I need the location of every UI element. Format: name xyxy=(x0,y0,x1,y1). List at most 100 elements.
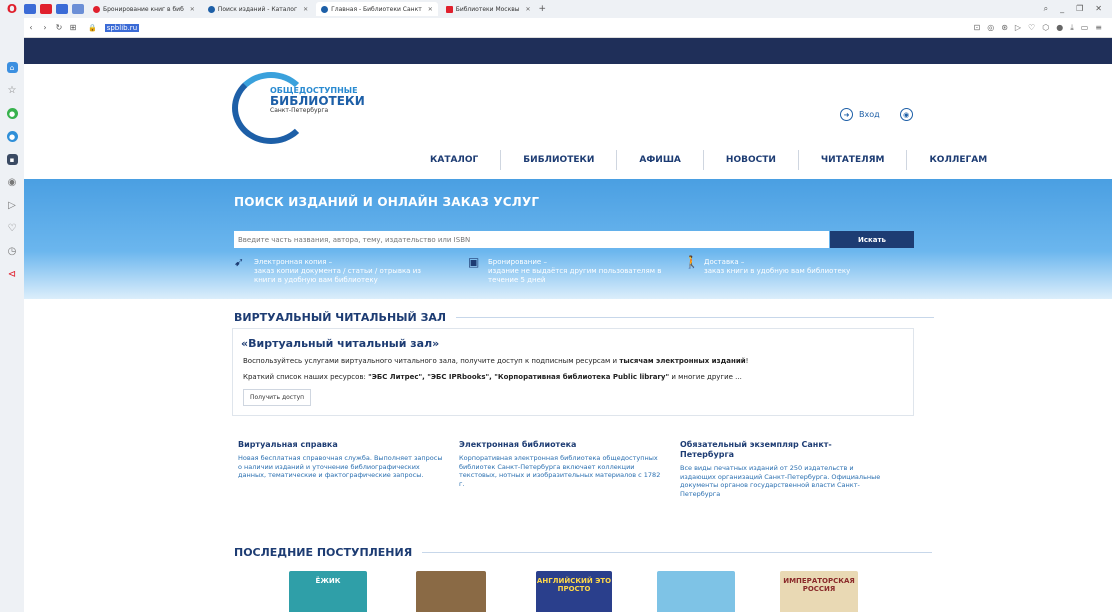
book-cover[interactable]: ИМПЕРАТОРСКАЯ РОССИЯ xyxy=(780,571,858,612)
close-icon[interactable]: ✕ xyxy=(190,6,195,13)
nav-catalog[interactable]: КАТАЛОГ xyxy=(408,150,500,170)
download-icon[interactable]: ⤓ xyxy=(1070,23,1074,33)
service-delivery[interactable]: 🚶 Доставка – заказ книги в удобную вам б… xyxy=(684,255,850,276)
window-controls: ⌕ _ ❐ ✕ xyxy=(1044,4,1112,14)
extensions-icon[interactable]: ⬡ xyxy=(1042,23,1049,33)
column-title[interactable]: Виртуальная справка xyxy=(238,440,443,450)
nav-news[interactable]: НОВОСТИ xyxy=(702,150,798,170)
address-bar-tools: ⊡ ◎ ⊛ ▷ ♡ ⬡ ● ⤓ ▭ ≡ xyxy=(974,23,1112,33)
minimize-icon[interactable]: _ xyxy=(1060,4,1064,14)
search-hero: ПОИСК ИЗДАНИЙ И ОНЛАЙН ЗАКАЗ УСЛУГ Искат… xyxy=(24,179,1112,299)
search-input[interactable] xyxy=(234,231,829,248)
forward-icon[interactable]: › xyxy=(38,23,52,32)
section-rule xyxy=(456,317,935,318)
browser-sidebar: ⌂ ☆ ● ● ▪ ◉ ▷ ♡ ◷ ⊲ xyxy=(0,18,24,612)
whatsapp-icon[interactable]: ● xyxy=(6,108,18,119)
favicon-icon xyxy=(445,5,453,13)
telegram-icon[interactable]: ● xyxy=(6,131,18,142)
column-text: Корпоративная электронная библиотека общ… xyxy=(459,454,661,488)
login-link[interactable]: ➜ Вход ◉ xyxy=(840,108,913,121)
snapshot-icon[interactable]: ⊡ xyxy=(974,23,981,33)
bookmarks-icon[interactable]: ☆ xyxy=(7,85,18,96)
section-virtual-title: ВИРТУАЛЬНЫЙ ЧИТАЛЬНЫЙ ЗАЛ xyxy=(234,311,935,324)
paper-plane-icon: ➹ xyxy=(234,255,245,269)
column-title[interactable]: Электронная библиотека xyxy=(459,440,664,450)
lock-icon[interactable]: 🔒 xyxy=(88,24,97,32)
section-latest-title: ПОСЛЕДНИЕ ПОСТУПЛЕНИЯ xyxy=(234,546,933,559)
new-tab-icon[interactable]: + xyxy=(539,4,547,14)
nav-colleagues[interactable]: КОЛЛЕГАМ xyxy=(906,150,1009,170)
hero-title: ПОИСК ИЗДАНИЙ И ОНЛАЙН ЗАКАЗ УСЛУГ xyxy=(234,195,540,209)
nav-libraries[interactable]: БИБЛИОТЕКИ xyxy=(500,150,616,170)
favicon-icon xyxy=(93,5,100,13)
book-cover[interactable] xyxy=(657,571,735,612)
close-icon[interactable]: ✕ xyxy=(526,6,531,13)
pinned-tab-icon[interactable] xyxy=(24,4,36,14)
website: ОБЩЕДОСТУПНЫЕ БИБЛИОТЕКИ Санкт-Петербург… xyxy=(24,38,1112,612)
top-strip xyxy=(24,38,1112,64)
pinned-tab-icon[interactable] xyxy=(56,4,68,14)
favicon-icon xyxy=(207,5,215,13)
home-icon[interactable]: ⌂ xyxy=(6,62,18,73)
camera-icon[interactable]: ◎ xyxy=(987,23,994,33)
column-virtual-help: Виртуальная справка Новая бесплатная спр… xyxy=(238,440,443,480)
search-icon[interactable]: ⌕ xyxy=(1044,4,1048,14)
column-legal-deposit: Обязательный экземпляр Санкт-Петербурга … xyxy=(680,440,885,498)
service-e-copy[interactable]: ➹ Электронная копия – заказ копии докуме… xyxy=(234,255,421,285)
heart-icon[interactable]: ♡ xyxy=(7,223,18,234)
messenger-icon[interactable]: ▪ xyxy=(6,154,18,165)
service-booking[interactable]: ▣ Бронирование – издание не выдаётся дру… xyxy=(468,255,661,285)
close-icon[interactable]: ✕ xyxy=(303,6,308,13)
reload-icon[interactable]: ↻ xyxy=(52,23,66,32)
speed-dial-icon[interactable]: ⊞ xyxy=(66,23,80,32)
player-icon[interactable]: ◉ xyxy=(7,177,18,188)
book-cover[interactable]: ЁЖИК xyxy=(289,571,367,612)
virtual-text-1: Воспользуйтесь услугами виртуального чит… xyxy=(243,357,749,365)
get-access-button[interactable]: Получить доступ xyxy=(243,389,312,406)
pin-icon[interactable]: ⊲ xyxy=(7,269,18,280)
menu-icon[interactable]: ≡ xyxy=(1095,23,1102,33)
nav-afisha[interactable]: АФИША xyxy=(616,150,703,170)
column-text: Новая бесплатная справочная служба. Выпо… xyxy=(238,454,443,479)
close-window-icon[interactable]: ✕ xyxy=(1095,4,1102,14)
close-icon[interactable]: ✕ xyxy=(428,6,433,13)
address-bar: ‹ › ↻ ⊞ 🔒 spblib.ru ⊡ ◎ ⊛ ▷ ♡ ⬡ ● ⤓ ▭ ≡ xyxy=(24,18,1112,38)
maximize-icon[interactable]: ❐ xyxy=(1076,4,1083,14)
browser-tab[interactable]: Библиотеки Москвы ✕ xyxy=(441,2,536,16)
virtual-text-2: Краткий список наших ресурсов: "ЭБС Литр… xyxy=(243,373,742,381)
back-icon[interactable]: ‹ xyxy=(24,23,38,32)
profile-icon[interactable]: ● xyxy=(1056,23,1063,33)
logo-line3: Санкт-Петербурга xyxy=(270,107,329,114)
virtual-heading: «Виртуальный читальный зал» xyxy=(241,337,440,350)
nav-readers[interactable]: ЧИТАТЕЛЯМ xyxy=(797,150,907,170)
login-label: Вход xyxy=(859,110,880,119)
opera-menu-icon[interactable]: O xyxy=(0,2,24,16)
battery-icon[interactable]: ▭ xyxy=(1081,23,1089,33)
column-text: Все виды печатных изданий от 250 издател… xyxy=(680,464,881,498)
eye-icon[interactable]: ◉ xyxy=(899,108,913,121)
column-e-library: Электронная библиотека Корпоративная эле… xyxy=(459,440,664,488)
flow-icon[interactable]: ▷ xyxy=(7,200,18,211)
site-logo[interactable]: ОБЩЕДОСТУПНЫЕ БИБЛИОТЕКИ Санкт-Петербург… xyxy=(232,72,365,152)
book-cover[interactable] xyxy=(416,571,486,612)
pinned-tab-icon[interactable] xyxy=(40,4,52,14)
browser-tab-active[interactable]: Главная - Библиотеки Санкт ✕ xyxy=(316,2,438,16)
vpn-icon[interactable]: ⊛ xyxy=(1001,23,1008,33)
play-icon[interactable]: ▷ xyxy=(1015,23,1021,33)
main-nav: КАТАЛОГ БИБЛИОТЕКИ АФИША НОВОСТИ ЧИТАТЕЛ… xyxy=(408,150,1009,170)
book-cover[interactable]: АНГЛИЙСКИЙ ЭТО ПРОСТО xyxy=(536,571,612,612)
arrow-right-icon: ➜ xyxy=(840,108,853,121)
browser-tab[interactable]: Бронирование книг в биб ✕ xyxy=(88,2,200,16)
pinned-tab-icon[interactable] xyxy=(72,4,84,14)
search-button[interactable]: Искать xyxy=(830,231,914,248)
virtual-reading-room-box: «Виртуальный читальный зал» Воспользуйте… xyxy=(232,328,914,416)
browser-tab-bar: O Бронирование книг в биб ✕ Поиск изданий… xyxy=(0,0,1112,18)
column-title[interactable]: Обязательный экземпляр Санкт-Петербурга xyxy=(680,440,885,460)
favicon-icon xyxy=(321,5,329,13)
walking-person-icon: 🚶 xyxy=(684,255,699,269)
heart-icon[interactable]: ♡ xyxy=(1028,23,1035,33)
url-field[interactable]: spblib.ru xyxy=(104,23,140,32)
book-reserve-icon: ▣ xyxy=(468,255,480,269)
browser-tab[interactable]: Поиск изданий - Каталог ✕ xyxy=(203,2,313,16)
history-icon[interactable]: ◷ xyxy=(7,246,18,257)
